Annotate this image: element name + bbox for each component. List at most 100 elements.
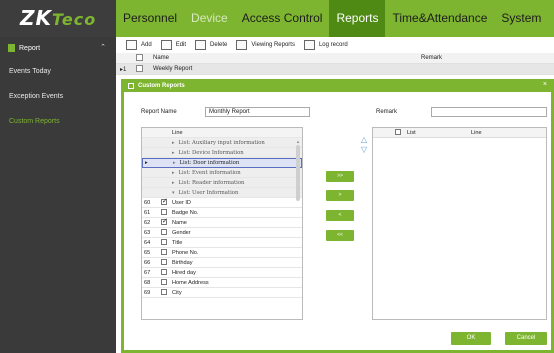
list-item[interactable]: 65 Phone No. [142, 248, 302, 258]
scroll-down-icon[interactable]: ▼ [296, 318, 300, 319]
sidebar-header-label: Report [19, 44, 41, 52]
group-row-selected[interactable]: ▸ ▸ List: Door information [142, 158, 302, 168]
nav-access-control[interactable]: Access Control [235, 0, 330, 37]
field-checkbox[interactable] [161, 248, 167, 255]
report-name-label: Report Name [141, 109, 177, 115]
nav-time-attendance[interactable]: Time&Attendance [385, 0, 494, 37]
sidebar-item-custom-reports[interactable]: Custom Reports [0, 109, 116, 134]
field-checkbox[interactable] [161, 208, 167, 215]
list-item[interactable]: 68 Home Address [142, 278, 302, 288]
list-item[interactable]: 64 Title [142, 238, 302, 248]
logo-accent-text: Teco [52, 10, 97, 29]
reports-table: Name Remark ▸1 Weekly Report [116, 53, 554, 75]
report-view-icon [236, 40, 248, 50]
group-row[interactable]: ▸ List: Reader information [142, 178, 302, 188]
field-checkbox[interactable] [161, 217, 168, 225]
selected-fields-grid: List Line [372, 127, 547, 320]
field-checkbox[interactable] [161, 228, 167, 235]
list-item[interactable]: 67 Hired day [142, 268, 302, 278]
move-all-right-button[interactable]: >> [326, 171, 354, 182]
add-icon [126, 40, 137, 50]
col-name: Name [153, 55, 170, 61]
grid-header: Line [142, 128, 302, 138]
trash-icon [195, 40, 207, 50]
field-checkbox[interactable] [161, 268, 167, 275]
close-icon[interactable]: × [543, 81, 547, 88]
expand-icon[interactable]: ▸ [173, 160, 176, 166]
edit-button[interactable]: Edit [160, 40, 187, 50]
row-checkbox[interactable] [136, 64, 143, 72]
scrollbar[interactable]: ▲ ▼ [296, 139, 301, 319]
move-right-button[interactable]: > [326, 190, 354, 201]
grid-header: List Line [373, 128, 546, 138]
dialog-title: Custom Reports [138, 82, 185, 89]
brand-logo: ZKTeco [0, 0, 116, 37]
list-item[interactable]: 62Name [142, 217, 302, 228]
expand-icon[interactable]: ▸ [172, 150, 175, 156]
move-all-left-button[interactable]: << [326, 230, 354, 241]
view-label: Viewing Reports [251, 42, 295, 48]
nav-personnel[interactable]: Personnel [116, 0, 184, 37]
col-line: Line [471, 129, 482, 136]
toolbar: Add Edit Delete Viewing Reports Log reco… [116, 37, 554, 53]
list-item[interactable]: 66 Birthday [142, 258, 302, 268]
field-checkbox[interactable] [161, 197, 168, 205]
move-down-icon[interactable]: ▽ [360, 146, 368, 154]
sidebar-item-exception-events[interactable]: Exception Events [0, 84, 116, 109]
edit-icon [160, 40, 172, 50]
cancel-button[interactable]: Cancel [505, 332, 547, 345]
move-left-button[interactable]: < [326, 210, 354, 221]
logo-main-text: ZK [20, 6, 52, 30]
select-all-checkbox[interactable] [395, 128, 401, 135]
group-row[interactable]: ▸ List: Auxiliary input information [142, 138, 302, 148]
group-row[interactable]: ▸ List: Event information [142, 168, 302, 178]
sidebar-item-events-today[interactable]: Events Today [0, 59, 116, 84]
view-reports-button[interactable]: Viewing Reports [236, 40, 295, 50]
top-nav: Personnel Device Access Control Reports … [116, 0, 548, 37]
report-book-icon [8, 44, 15, 52]
delete-label: Delete [210, 42, 228, 48]
scroll-up-icon[interactable]: ▲ [296, 139, 300, 144]
remark-label: Remark [376, 109, 398, 115]
dialog-icon [128, 82, 134, 89]
scroll-thumb[interactable] [296, 145, 300, 201]
expand-icon[interactable]: ▸ [172, 170, 175, 176]
row-index: ▸1 [120, 66, 127, 73]
field-checkbox[interactable] [161, 278, 167, 285]
nav-system[interactable]: System [494, 0, 548, 37]
dialog-title-bar: Custom Reports × [124, 79, 551, 92]
col-list: List [407, 129, 416, 136]
move-up-icon[interactable]: △ [360, 136, 368, 144]
edit-label: Edit [175, 42, 187, 48]
log-label: Log record [318, 42, 348, 48]
table-row[interactable]: ▸1 Weekly Report [116, 64, 554, 75]
log-icon [303, 40, 315, 50]
log-record-button[interactable]: Log record [303, 40, 348, 50]
custom-reports-dialog: Custom Reports × Report Name Monthly Rep… [121, 79, 554, 353]
field-checkbox[interactable] [161, 258, 167, 265]
list-item[interactable]: 60User ID [142, 197, 302, 208]
field-checkbox[interactable] [161, 288, 167, 295]
ok-button[interactable]: OK [451, 332, 491, 345]
top-bar: ZKTeco Personnel Device Access Control R… [0, 0, 554, 37]
nav-reports[interactable]: Reports [329, 0, 386, 37]
nav-device[interactable]: Device [184, 0, 235, 37]
select-all-checkbox[interactable] [136, 53, 143, 61]
report-name-input[interactable]: Monthly Report [205, 107, 310, 117]
available-fields-grid: Line ▸ List: Auxiliary input information … [141, 127, 303, 320]
collapse-icon[interactable]: ▾ [172, 190, 175, 196]
remark-input[interactable] [431, 107, 547, 117]
col-remark: Remark [421, 55, 443, 61]
group-row[interactable]: ▸ List: Device Information [142, 148, 302, 158]
field-checkbox[interactable] [161, 238, 167, 245]
col-line: Line [172, 129, 183, 136]
sidebar: Report ⌃ Events Today Exception Events C… [0, 37, 116, 353]
expand-icon[interactable]: ▸ [172, 180, 175, 186]
list-item[interactable]: 69 City [142, 288, 302, 298]
add-button[interactable]: Add [126, 40, 152, 50]
delete-button[interactable]: Delete [195, 40, 227, 50]
sidebar-header[interactable]: Report ⌃ [0, 37, 116, 59]
collapse-chevron-icon[interactable]: ⌃ [100, 43, 106, 51]
list-item[interactable]: 63 Gender [142, 228, 302, 238]
expand-icon[interactable]: ▸ [172, 140, 175, 146]
